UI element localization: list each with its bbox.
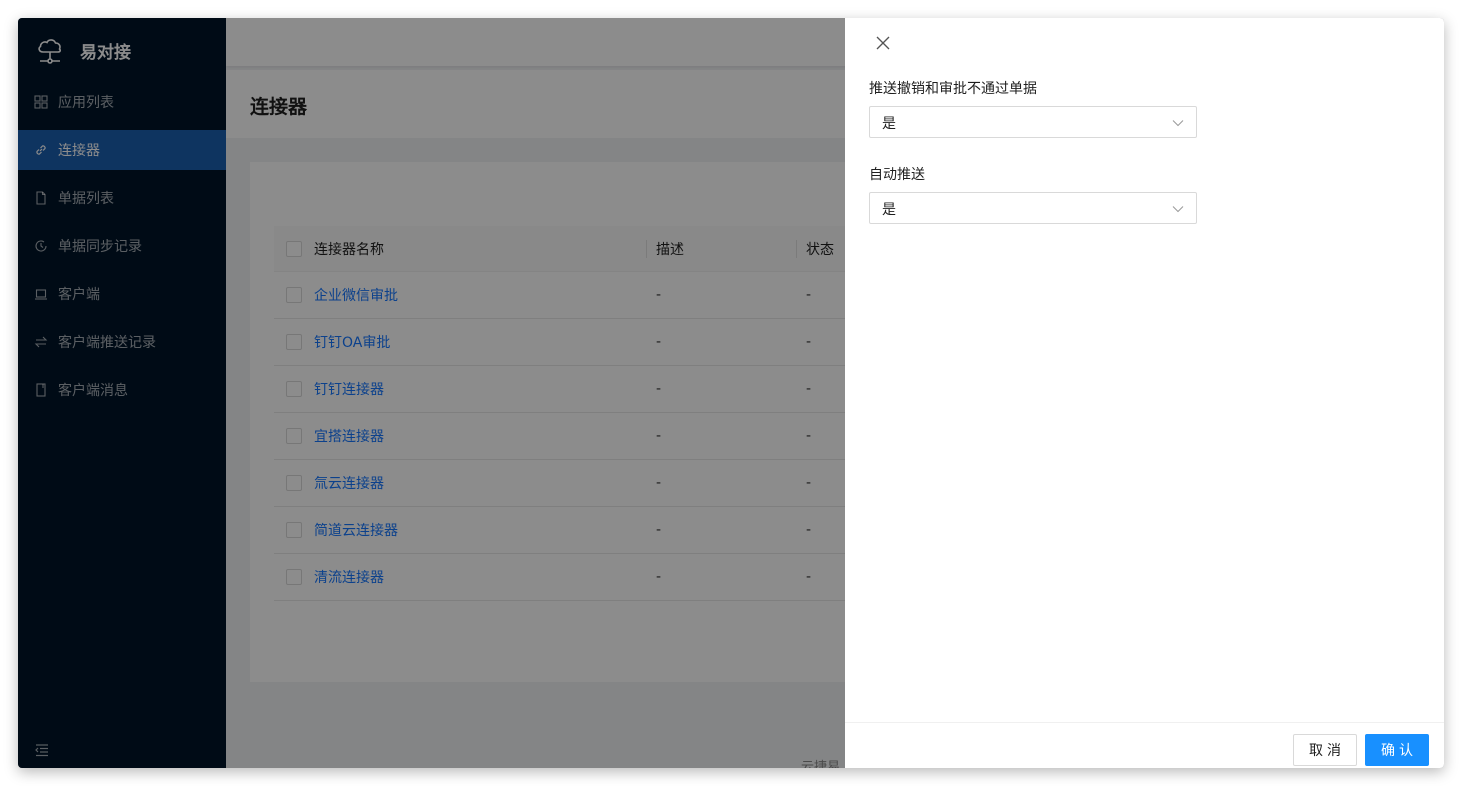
auto-push-select[interactable]: 是 xyxy=(869,192,1197,224)
chevron-down-icon xyxy=(1172,120,1184,127)
auto-push-label: 自动推送 xyxy=(869,167,925,183)
drawer-footer: 取消 确认 xyxy=(845,722,1444,768)
close-icon[interactable] xyxy=(873,33,893,53)
chevron-down-icon xyxy=(1172,206,1184,213)
select-value: 是 xyxy=(882,116,896,132)
settings-drawer: 推送撤销和审批不通过单据 是 自动推送 是 取消 确认 xyxy=(845,18,1444,768)
push-revoked-label: 推送撤销和审批不通过单据 xyxy=(869,81,1037,97)
app-window: 易对接 应用列表 连接器 单据列表 单据同步记录 客户端 客户端推送记录 客户端… xyxy=(18,18,1444,768)
confirm-button[interactable]: 确认 xyxy=(1365,734,1429,766)
cancel-button[interactable]: 取消 xyxy=(1293,734,1357,766)
push-revoked-select[interactable]: 是 xyxy=(869,106,1197,138)
select-value: 是 xyxy=(882,202,896,218)
